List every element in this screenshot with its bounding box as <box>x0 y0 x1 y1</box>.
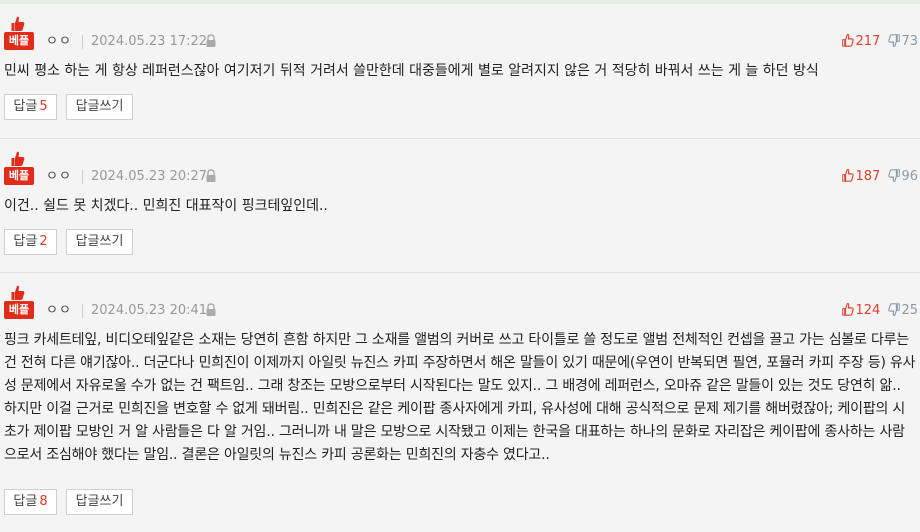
lock-icon <box>206 303 216 316</box>
write-reply-button[interactable]: 답글쓰기 <box>66 94 133 120</box>
upvote-count: 187 <box>855 169 881 184</box>
upvote-button[interactable]: 187 <box>842 168 884 184</box>
comment-date: 2024.05.23 20:27 <box>91 169 208 184</box>
thumbs-down-icon <box>888 303 901 317</box>
lock-icon <box>206 169 216 182</box>
badge-label: 베플 <box>4 32 34 50</box>
thumbs-down-icon <box>888 34 901 48</box>
upvote-button[interactable]: 124 <box>842 302 884 318</box>
downvote-count: 73 <box>901 34 918 49</box>
reply-count: 5 <box>39 99 48 114</box>
reply-label: 답글 <box>13 234 38 249</box>
vote-counts: 187 96 <box>842 168 918 185</box>
best-badge: 베플 <box>4 285 34 321</box>
downvote-button[interactable]: 25 <box>888 303 918 318</box>
comment-date: 2024.05.23 20:41 <box>91 303 208 318</box>
divider <box>82 35 83 49</box>
write-reply-button[interactable]: 답글쓰기 <box>66 489 133 515</box>
downvote-count: 25 <box>901 303 918 318</box>
comment-meta: 베플 ㅇㅇ 2024.05.23 20:41 124 25 <box>4 285 918 325</box>
upvote-count: 217 <box>855 34 881 49</box>
best-badge: 베플 <box>4 151 34 187</box>
reply-count-button[interactable]: 답글 2 <box>4 229 57 255</box>
thumbs-up-icon <box>11 16 25 31</box>
badge-label: 베플 <box>4 301 34 319</box>
author-nickname[interactable]: ㅇㅇ <box>46 303 72 319</box>
vote-counts: 124 25 <box>842 302 918 319</box>
lock-icon <box>206 34 216 47</box>
comment-text: 민씨 평소 하는 게 항상 레퍼런스잖아 여기저기 뒤적 거려서 쓸만한데 대중… <box>4 63 819 79</box>
comment-text: 핑크 카세트테잎, 비디오테잎같은 소재는 당연히 흔함 하지만 그 소재를 앨… <box>4 332 916 463</box>
divider <box>82 170 83 184</box>
reply-count-button[interactable]: 답글 8 <box>4 489 57 515</box>
comment-date: 2024.05.23 17:22 <box>91 34 208 49</box>
reply-label: 답글 <box>13 494 38 509</box>
reply-count-button[interactable]: 답글 5 <box>4 94 57 120</box>
upvote-button[interactable]: 217 <box>842 33 884 49</box>
comment-item: 베플 ㅇㅇ 2024.05.23 17:22 217 73 민씨 평소 하는 게… <box>0 4 920 138</box>
reply-label: 답글 <box>13 99 38 114</box>
comment-item: 베플 ㅇㅇ 2024.05.23 20:41 124 25 핑크 카세트테잎, … <box>0 272 920 532</box>
comment-meta: 베플 ㅇㅇ 2024.05.23 17:22 217 73 <box>4 16 918 56</box>
best-badge: 베플 <box>4 16 34 52</box>
downvote-button[interactable]: 96 <box>888 169 918 184</box>
badge-label: 베플 <box>4 167 34 185</box>
author-nickname[interactable]: ㅇㅇ <box>46 34 72 50</box>
comment-item: 베플 ㅇㅇ 2024.05.23 20:27 187 96 이건.. 쉴드 못 … <box>0 138 920 272</box>
comment-meta: 베플 ㅇㅇ 2024.05.23 20:27 187 96 <box>4 151 918 191</box>
author-nickname[interactable]: ㅇㅇ <box>46 169 72 185</box>
reply-count: 2 <box>39 234 48 249</box>
thumbs-down-icon <box>888 169 901 183</box>
upvote-count: 124 <box>855 303 881 318</box>
thumbs-up-icon <box>11 285 25 300</box>
thumbs-up-icon <box>842 168 855 182</box>
write-reply-button[interactable]: 답글쓰기 <box>66 229 133 255</box>
comment-text: 이건.. 쉴드 못 치겠다.. 민희진 대표작이 핑크테잎인데.. <box>4 198 328 214</box>
thumbs-up-icon <box>842 33 855 47</box>
vote-counts: 217 73 <box>842 33 918 50</box>
divider <box>82 304 83 318</box>
downvote-button[interactable]: 73 <box>888 34 918 49</box>
downvote-count: 96 <box>901 169 918 184</box>
thumbs-up-icon <box>842 302 855 316</box>
thumbs-up-icon <box>11 151 25 166</box>
reply-count: 8 <box>39 494 48 509</box>
